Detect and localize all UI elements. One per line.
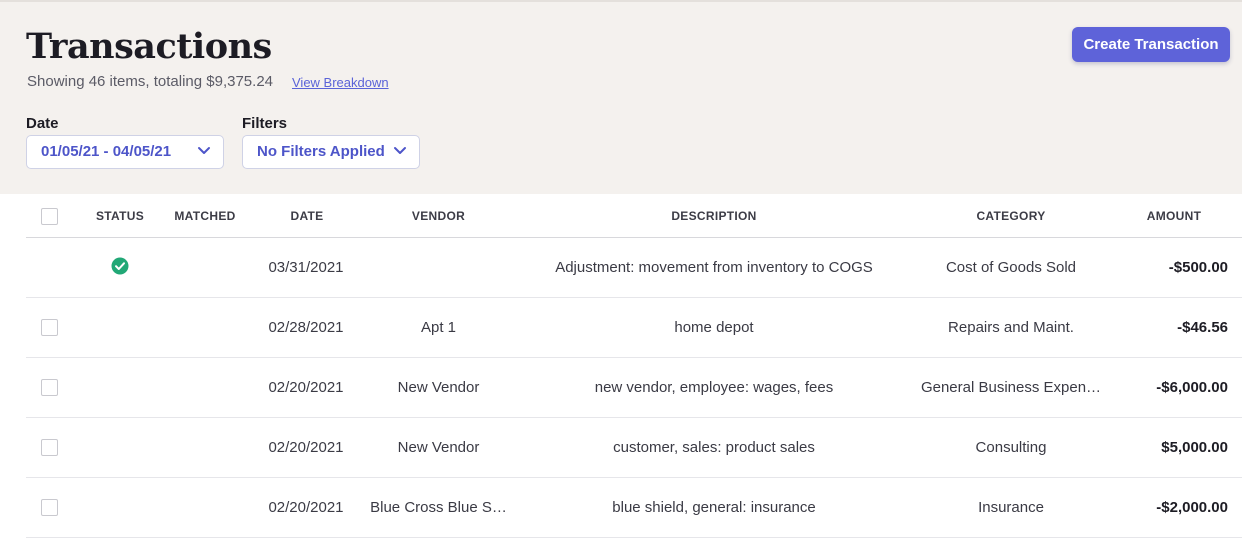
table-row[interactable]: 02/28/2021 Apt 1 home depot Repairs and … — [26, 298, 1242, 358]
row-category: Repairs and Maint. — [948, 319, 1074, 336]
row-category: Insurance — [978, 499, 1044, 516]
table-header: STATUS MATCHED DATE VENDOR DESCRIPTION C… — [26, 194, 1242, 238]
select-all-checkbox[interactable] — [41, 208, 58, 225]
table-row[interactable]: 02/20/2021 Blue Cross Blue S… blue shiel… — [26, 478, 1242, 538]
row-checkbox[interactable] — [41, 499, 58, 516]
page-header: Transactions Showing 46 items, totaling … — [0, 0, 1242, 194]
row-vendor: Blue Cross Blue S… — [370, 499, 507, 516]
chevron-down-icon — [394, 147, 406, 154]
row-checkbox[interactable] — [41, 379, 58, 396]
row-vendor: New Vendor — [397, 379, 480, 396]
row-date: 02/20/2021 — [268, 499, 344, 516]
page-title: Transactions — [26, 26, 272, 67]
transactions-summary: Showing 46 items, totaling $9,375.24 — [27, 73, 273, 90]
row-description: blue shield, general: insurance — [612, 499, 816, 516]
row-category: Cost of Goods Sold — [945, 259, 1077, 276]
chevron-down-icon — [198, 147, 210, 154]
filters-label: Filters — [242, 115, 288, 132]
filters-value: No Filters Applied — [257, 143, 385, 160]
row-date: 02/28/2021 — [268, 319, 344, 336]
table-row[interactable]: 02/20/2021 New Vendor customer, sales: p… — [26, 418, 1242, 478]
column-header-amount[interactable]: AMOUNT — [1134, 209, 1214, 223]
row-date: 03/31/2021 — [268, 259, 344, 276]
column-header-vendor[interactable]: VENDOR — [396, 209, 481, 223]
row-checkbox[interactable] — [41, 319, 58, 336]
row-vendor — [361, 238, 516, 298]
date-filter-label: Date — [26, 115, 59, 132]
column-header-category[interactable]: CATEGORY — [961, 209, 1061, 223]
row-vendor: Apt 1 — [420, 319, 457, 336]
row-description: Adjustment: movement from inventory to C… — [555, 259, 873, 276]
row-description: new vendor, employee: wages, fees — [594, 379, 834, 396]
row-amount: -$6,000.00 — [1156, 379, 1228, 396]
row-amount: -$46.56 — [1177, 319, 1228, 336]
column-header-description[interactable]: DESCRIPTION — [644, 209, 784, 223]
column-header-matched[interactable]: MATCHED — [170, 209, 240, 223]
column-header-status[interactable]: STATUS — [90, 209, 150, 223]
date-range-select[interactable]: 01/05/21 - 04/05/21 — [26, 135, 224, 169]
column-header-date[interactable]: DATE — [276, 209, 338, 223]
view-breakdown-link[interactable]: View Breakdown — [292, 75, 389, 90]
row-date: 02/20/2021 — [268, 439, 344, 456]
row-description: customer, sales: product sales — [613, 439, 815, 456]
create-transaction-button[interactable]: Create Transaction — [1072, 27, 1230, 62]
table-row[interactable]: 03/31/2021 Adjustment: movement from inv… — [26, 238, 1242, 298]
row-category: General Business Expen… — [920, 379, 1102, 396]
row-date: 02/20/2021 — [268, 379, 344, 396]
row-checkbox[interactable] — [41, 439, 58, 456]
row-amount: -$500.00 — [1168, 259, 1228, 276]
row-category: Consulting — [975, 439, 1047, 456]
row-amount: -$2,000.00 — [1156, 499, 1228, 516]
filters-select[interactable]: No Filters Applied — [242, 135, 420, 169]
row-vendor: New Vendor — [397, 439, 480, 456]
check-circle-icon — [111, 257, 129, 275]
table-row[interactable]: 02/20/2021 New Vendor new vendor, employ… — [26, 358, 1242, 418]
row-description: home depot — [674, 319, 754, 336]
row-amount: $5,000.00 — [1161, 439, 1228, 456]
date-range-value: 01/05/21 - 04/05/21 — [41, 143, 172, 160]
